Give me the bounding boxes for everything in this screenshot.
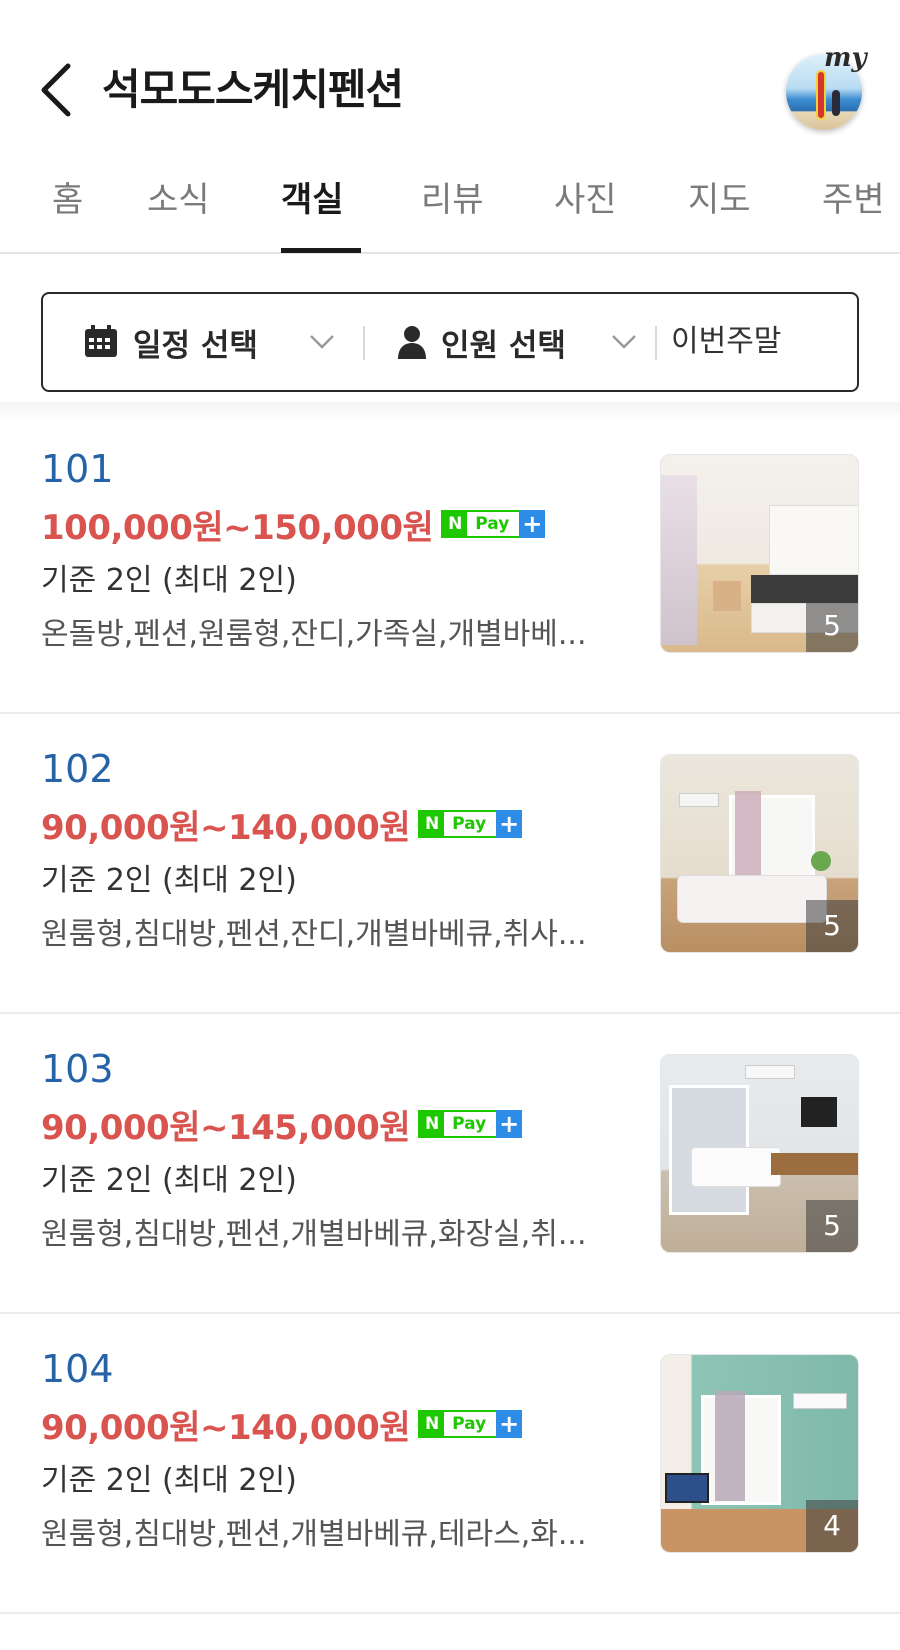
thumb-aircon <box>679 793 719 807</box>
photo-count: 5 <box>806 600 858 652</box>
thumb-window <box>661 475 697 645</box>
thumb-cabinet <box>769 505 858 575</box>
thumb-desk <box>771 1153 858 1175</box>
room-tags: 온돌방,펜션,원룸형,잔디,가족실,개별바베... <box>41 617 587 652</box>
thumb-counter <box>751 575 858 603</box>
back-button[interactable] <box>34 58 78 122</box>
room-price: 100,000원~150,000원 <box>41 507 434 548</box>
active-tab-indicator <box>281 248 361 253</box>
tab-news[interactable]: 소식 <box>147 174 210 226</box>
app-header: 석모도스케치펜션 my <box>0 0 900 170</box>
tab-nearby[interactable]: 주변 <box>822 174 885 226</box>
room-list-item[interactable]: 101 100,000원~150,000원 N Pay + 기준 2인 (최대 … <box>0 414 900 714</box>
room-name: 101 <box>41 447 114 491</box>
room-name: 104 <box>41 1347 114 1391</box>
thumb-bed <box>677 875 827 923</box>
room-price-row: 100,000원~150,000원 N Pay + <box>41 500 546 548</box>
npay-plus-icon: + <box>496 1410 523 1438</box>
room-thumbnail[interactable]: 4 <box>660 1354 859 1553</box>
room-capacity: 기준 2인 (최대 2인) <box>41 563 297 598</box>
room-price-row: 90,000원~140,000원 N Pay + <box>41 1400 523 1448</box>
tab-home[interactable]: 홈 <box>52 174 83 226</box>
room-name: 103 <box>41 1047 114 1091</box>
npay-pay-label: Pay <box>444 812 497 836</box>
photo-count: 5 <box>806 900 858 952</box>
room-list-item[interactable]: 102 90,000원~140,000원 N Pay + 기준 2인 (최대 2… <box>0 714 900 1014</box>
room-tags: 원룸형,침대방,펜션,개별바베큐,테라스,화... <box>41 1517 587 1552</box>
npay-n-icon: N <box>443 512 468 536</box>
thumb-plant <box>811 851 831 871</box>
room-tags: 원룸형,침대방,펜션,잔디,개별바베큐,취사... <box>41 917 587 952</box>
avatar-surfboard <box>816 70 826 120</box>
thumb-aircon <box>793 1393 847 1409</box>
room-capacity: 기준 2인 (최대 2인) <box>41 863 297 898</box>
npay-plus-icon: + <box>496 1110 523 1138</box>
npay-plus-icon: + <box>496 810 523 838</box>
photo-count: 4 <box>806 1500 858 1552</box>
thumb-tv <box>801 1097 837 1127</box>
npay-n-icon: N <box>420 1412 445 1436</box>
my-badge[interactable]: my <box>824 44 867 72</box>
npay-n-icon: N <box>420 812 445 836</box>
date-select-button[interactable]: 일정 선택 <box>83 294 383 390</box>
room-price-row: 90,000원~140,000원 N Pay + <box>41 800 523 848</box>
thumb-curtain <box>715 1391 745 1501</box>
thumb-tv <box>665 1473 709 1503</box>
npay-pay-label: Pay <box>444 1412 497 1436</box>
room-list-item[interactable]: 103 90,000원~145,000원 N Pay + 기준 2인 (최대 2… <box>0 1014 900 1314</box>
npay-badge: N Pay + <box>441 510 546 538</box>
this-weekend-button[interactable]: 이번주말 <box>671 294 781 390</box>
person-icon <box>398 326 426 359</box>
npay-badge: N Pay + <box>418 1410 523 1438</box>
room-thumbnail[interactable]: 5 <box>660 754 859 953</box>
booking-filter: 일정 선택 인원 선택 이번주말 <box>41 292 859 392</box>
npay-badge: N Pay + <box>418 810 523 838</box>
thumb-aircon <box>745 1065 795 1079</box>
photo-count: 5 <box>806 1200 858 1252</box>
tab-map[interactable]: 지도 <box>688 174 751 226</box>
room-price: 90,000원~140,000원 <box>41 807 411 848</box>
room-name: 102 <box>41 747 114 791</box>
calendar-icon <box>85 325 117 357</box>
room-capacity: 기준 2인 (최대 2인) <box>41 1463 297 1498</box>
npay-pay-label: Pay <box>444 1112 497 1136</box>
room-list-item[interactable]: 104 90,000원~140,000원 N Pay + 기준 2인 (최대 2… <box>0 1314 900 1614</box>
npay-plus-icon: + <box>519 510 546 538</box>
date-select-label: 일정 선택 <box>133 327 258 364</box>
npay-pay-label: Pay <box>467 512 520 536</box>
room-tags: 원룸형,침대방,펜션,개별바베큐,화장실,취... <box>41 1217 587 1252</box>
room-thumbnail[interactable]: 5 <box>660 454 859 653</box>
back-arrow-icon <box>41 63 71 117</box>
room-capacity: 기준 2인 (최대 2인) <box>41 1163 297 1198</box>
room-price-row: 90,000원~145,000원 N Pay + <box>41 1100 523 1148</box>
room-price: 90,000원~145,000원 <box>41 1107 411 1148</box>
npay-badge: N Pay + <box>418 1110 523 1138</box>
people-select-label: 인원 선택 <box>441 327 566 364</box>
thumb-bed <box>691 1147 781 1187</box>
npay-n-icon: N <box>420 1112 445 1136</box>
tab-bar: 홈 소식 객실 리뷰 사진 지도 주변 <box>0 160 900 254</box>
thumb-box <box>713 581 741 611</box>
filter-divider <box>363 326 365 360</box>
tab-photos[interactable]: 사진 <box>554 174 617 226</box>
tab-reviews[interactable]: 리뷰 <box>421 174 484 226</box>
avatar-person <box>832 90 840 116</box>
chevron-down-icon[interactable] <box>307 326 337 356</box>
chevron-down-icon[interactable] <box>609 326 639 356</box>
page-title: 석모도스케치펜션 <box>102 65 404 114</box>
tab-rooms[interactable]: 객실 <box>281 174 344 226</box>
filter-divider <box>655 326 657 360</box>
room-thumbnail[interactable]: 5 <box>660 1054 859 1253</box>
room-price: 90,000원~140,000원 <box>41 1407 411 1448</box>
